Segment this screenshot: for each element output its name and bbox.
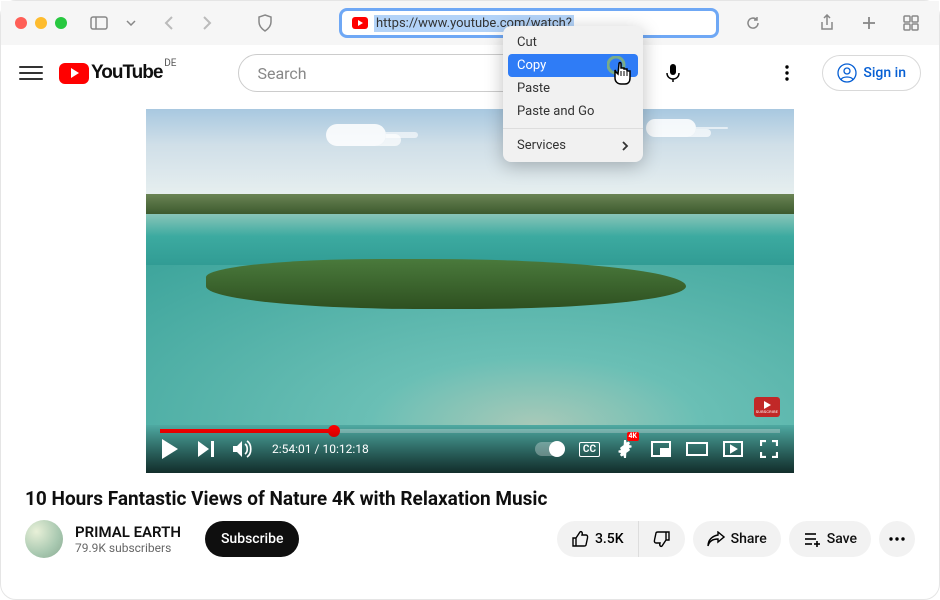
subscribe-overlay-icon[interactable]: SUBSCRIBE [754,397,780,417]
close-window-button[interactable] [15,17,27,29]
signin-button[interactable]: Sign in [822,55,921,91]
channel-avatar[interactable] [25,520,63,558]
context-menu-cut[interactable]: Cut [503,31,643,54]
more-actions-button[interactable] [879,521,915,557]
autoplay-toggle[interactable] [535,442,565,456]
video-actions: 3.5K Share Save [557,521,915,557]
play-button[interactable] [160,438,182,460]
new-tab-button[interactable] [855,9,883,37]
more-options-button[interactable] [768,54,806,92]
channel-info[interactable]: PRIMAL EARTH 79.9K subscribers [75,523,181,555]
maximize-window-button[interactable] [55,17,67,29]
context-menu-separator [503,128,643,129]
youtube-header: YouTube DE Search Sign in [1,45,939,101]
privacy-shield-icon[interactable] [251,9,279,37]
thumbs-up-icon [571,530,589,548]
share-icon [707,531,725,547]
captions-button[interactable]: CC [579,442,600,457]
share-button[interactable] [813,9,841,37]
player-controls: 2:54:01 / 10:12:18 CC 4K [146,425,794,473]
minimize-window-button[interactable] [35,17,47,29]
save-button[interactable]: Save [789,521,871,557]
video-title: 10 Hours Fantastic Views of Nature 4K wi… [25,487,915,510]
user-icon [837,63,857,83]
like-button[interactable]: 3.5K [557,521,639,557]
thumbs-down-icon [653,530,671,548]
kebab-icon [785,65,789,81]
youtube-logo[interactable]: YouTube DE [59,62,162,84]
share-button[interactable]: Share [693,521,781,557]
site-favicon-icon [352,17,368,29]
like-dislike-group: 3.5K [557,521,685,557]
theater-button[interactable] [686,438,708,460]
playlist-add-icon [803,531,821,547]
settings-button[interactable]: 4K [614,438,636,460]
context-menu: Cut Copy Paste Paste and Go Services [503,26,643,162]
microphone-icon [665,63,681,83]
tab-overview-button[interactable] [897,9,925,37]
tabs-dropdown-button[interactable] [117,9,145,37]
search-placeholder: Search [257,64,306,83]
video-player[interactable]: SUBSCRIBE 2:54:01 / 10:12:18 CC 4K [146,109,794,473]
youtube-logo-icon [59,63,89,84]
context-menu-services[interactable]: Services [503,134,643,157]
browser-toolbar: https://www.youtube.com/watch? [1,1,939,45]
volume-button[interactable] [232,438,254,460]
window-controls [15,17,67,29]
menu-button[interactable] [19,66,43,80]
sidebar-toggle-button[interactable] [85,9,113,37]
quality-badge: 4K [627,432,639,441]
region-code: DE [164,58,176,69]
ellipsis-icon [889,537,905,541]
context-menu-copy[interactable]: Copy [508,54,638,77]
context-menu-paste-and-go[interactable]: Paste and Go [503,100,643,123]
channel-name: PRIMAL EARTH [75,523,181,541]
miniplayer-button[interactable] [650,438,672,460]
next-button[interactable] [196,438,218,460]
reload-button[interactable] [739,9,767,37]
context-menu-paste[interactable]: Paste [503,77,643,100]
forward-button[interactable] [193,9,221,37]
subscriber-count: 79.9K subscribers [75,541,181,555]
subscribe-button[interactable]: Subscribe [205,521,300,557]
fullscreen-button[interactable] [758,438,780,460]
video-info-row: PRIMAL EARTH 79.9K subscribers Subscribe… [1,520,939,558]
video-frame-sky [146,109,794,199]
voice-search-button[interactable] [654,54,692,92]
cast-button[interactable] [722,438,744,460]
timecode: 2:54:01 / 10:12:18 [272,442,369,456]
dislike-button[interactable] [639,521,685,557]
back-button[interactable] [155,9,183,37]
